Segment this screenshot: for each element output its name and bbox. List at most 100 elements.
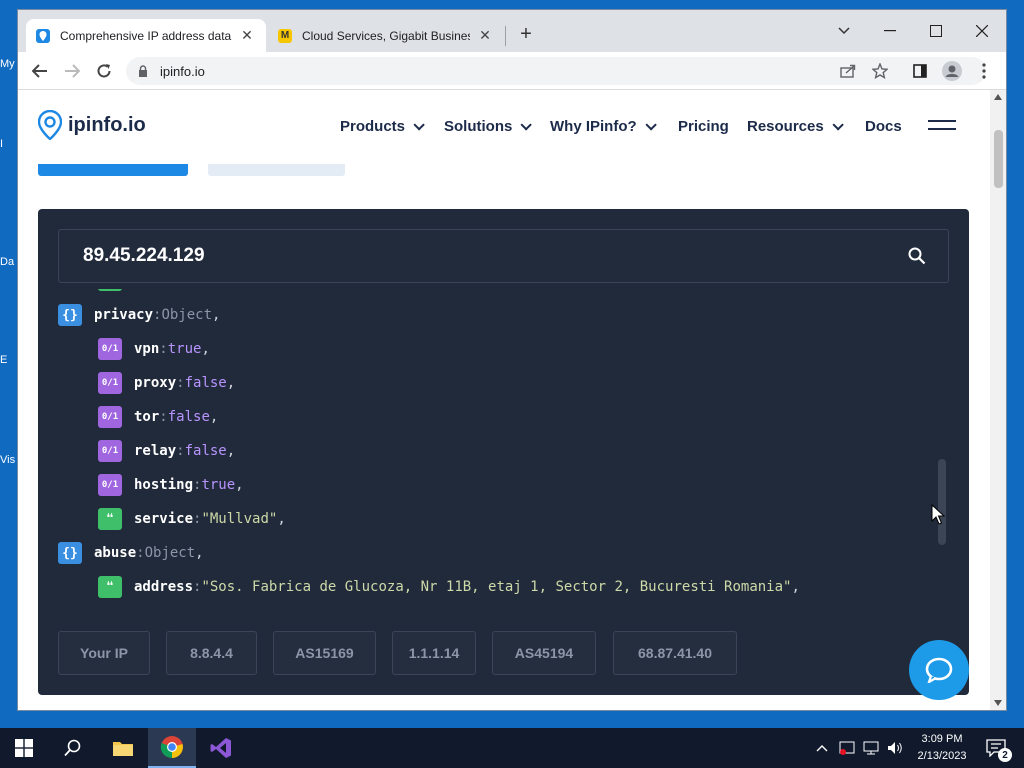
clock-time: 3:09 PM: [921, 733, 963, 745]
json-key: privacy: [94, 307, 154, 323]
site-header: ipinfo.io Products Solutions Why IPinfo?…: [18, 90, 990, 164]
nav-solutions[interactable]: Solutions: [444, 118, 533, 135]
object-type-icon: {}: [58, 304, 82, 326]
start-button[interactable]: [0, 728, 48, 768]
json-comma: ,: [791, 579, 800, 595]
tab-close-icon[interactable]: ✕: [476, 27, 494, 44]
scroll-up-arrow-icon[interactable]: [994, 94, 1002, 100]
quick-chip[interactable]: AS15169: [273, 631, 376, 675]
json-comma: ,: [277, 511, 286, 527]
bookmark-star-icon[interactable]: [866, 57, 894, 85]
cta-button-primary[interactable]: [38, 164, 188, 176]
json-line-tor: 0/1 tor: false,: [98, 406, 218, 428]
json-scrollbar[interactable]: [938, 459, 946, 545]
reload-icon[interactable]: [90, 57, 118, 85]
forward-arrow-icon[interactable]: [58, 57, 86, 85]
nav-resources[interactable]: Resources: [747, 118, 844, 135]
taskbar-search-button[interactable]: [50, 728, 96, 768]
nav-docs[interactable]: Docs: [865, 118, 902, 135]
ip-search-input[interactable]: 89.45.224.129: [58, 229, 949, 283]
network-icon[interactable]: [860, 728, 882, 768]
page-viewport: ipinfo.io Products Solutions Why IPinfo?…: [18, 90, 1006, 710]
system-clock[interactable]: 3:09 PM 2/13/2023: [912, 731, 972, 765]
scroll-down-arrow-icon[interactable]: [994, 700, 1002, 706]
tab-ipinfo[interactable]: Comprehensive IP address data, I ✕: [26, 19, 266, 52]
json-colon: :: [176, 375, 185, 391]
quick-chip[interactable]: 1.1.1.14: [392, 631, 476, 675]
json-comma: ,: [226, 443, 236, 459]
json-key: address: [134, 579, 194, 595]
ipinfo-favicon-icon: [36, 28, 50, 43]
maximize-button[interactable]: [916, 16, 956, 46]
json-value: "Mullvad": [201, 511, 278, 527]
ipinfo-logo[interactable]: ipinfo.io: [38, 110, 146, 140]
json-comma: ,: [195, 545, 204, 561]
desktop-icon-label: Da: [0, 256, 15, 268]
page-scrollbar-thumb[interactable]: [994, 130, 1003, 188]
tab-cloud-services[interactable]: M Cloud Services, Gigabit Business ✕: [268, 19, 504, 52]
ip-search-value: 89.45.224.129: [83, 245, 205, 266]
minimize-button[interactable]: [870, 16, 910, 46]
boolean-type-icon: 0/1: [98, 440, 122, 462]
json-value: true: [167, 341, 202, 357]
quick-chip[interactable]: 8.8.4.4: [166, 631, 257, 675]
boolean-type-icon: 0/1: [98, 474, 122, 496]
close-window-button[interactable]: [962, 16, 1002, 46]
side-panel-icon[interactable]: [906, 57, 934, 85]
browser-menu-icon[interactable]: [970, 57, 998, 85]
nav-pricing[interactable]: Pricing: [678, 118, 729, 135]
visual-studio-icon: [210, 738, 231, 758]
new-tab-button[interactable]: +: [514, 22, 538, 46]
share-icon[interactable]: [834, 57, 862, 85]
json-line-service: ❝ service: "Mullvad",: [98, 508, 286, 530]
search-icon[interactable]: [908, 247, 926, 265]
json-value: true: [201, 477, 236, 493]
nav-label: Solutions: [444, 118, 513, 135]
json-value: false: [184, 375, 227, 391]
show-hidden-icons-chevron-up-icon[interactable]: [812, 728, 832, 768]
chevron-down-icon: [645, 118, 657, 131]
quick-chip-your-ip[interactable]: Your IP: [58, 631, 150, 675]
url-text: ipinfo.io: [160, 63, 205, 79]
chrome-icon: [160, 736, 183, 759]
json-comma: ,: [226, 375, 236, 391]
nav-why-ipinfo[interactable]: Why IPinfo?: [550, 118, 657, 135]
json-line-vpn: 0/1 vpn: true,: [98, 338, 210, 360]
file-explorer-button[interactable]: [100, 728, 146, 768]
json-line-abuse: {} abuse: Object,: [58, 542, 204, 564]
chat-support-button[interactable]: [909, 640, 969, 700]
chrome-taskbar-button[interactable]: [148, 728, 196, 768]
nav-label: Why IPinfo?: [550, 118, 637, 135]
page-scrollbar[interactable]: [990, 90, 1006, 710]
cta-button-secondary[interactable]: [208, 164, 345, 176]
quick-chip[interactable]: AS45194: [492, 631, 596, 675]
json-comma: ,: [209, 409, 219, 425]
json-colon: :: [193, 579, 202, 595]
boolean-type-icon: 0/1: [98, 338, 122, 360]
notifications-button[interactable]: 2: [976, 728, 1016, 768]
logo-wordmark: ipinfo.io: [68, 113, 146, 136]
nav-products[interactable]: Products: [340, 118, 425, 135]
chat-bubble-icon: [925, 657, 953, 683]
profile-avatar-icon[interactable]: [938, 57, 966, 85]
back-arrow-icon[interactable]: [26, 57, 54, 85]
notification-count-badge: 2: [998, 748, 1012, 762]
visual-studio-button[interactable]: [198, 728, 244, 768]
json-key: vpn: [134, 341, 160, 357]
ipinfo-pin-icon: [38, 110, 62, 140]
tab-search-icon[interactable]: [824, 16, 864, 46]
chevron-down-icon: [413, 118, 425, 131]
chevron-down-icon: [520, 118, 533, 131]
quick-chip[interactable]: 68.87.41.40: [613, 631, 737, 675]
security-shield-icon[interactable]: [836, 728, 858, 768]
hamburger-menu-icon[interactable]: [928, 120, 956, 136]
chevron-down-icon: [832, 118, 844, 131]
json-key: hosting: [134, 477, 194, 493]
tab-close-icon[interactable]: ✕: [238, 27, 256, 44]
volume-icon[interactable]: [884, 728, 906, 768]
json-line-relay: 0/1 relay: false,: [98, 440, 235, 462]
string-type-icon: ❝: [98, 576, 122, 598]
lock-icon[interactable]: [138, 65, 148, 77]
boolean-type-icon: 0/1: [98, 372, 122, 394]
nav-label: Docs: [865, 118, 902, 135]
